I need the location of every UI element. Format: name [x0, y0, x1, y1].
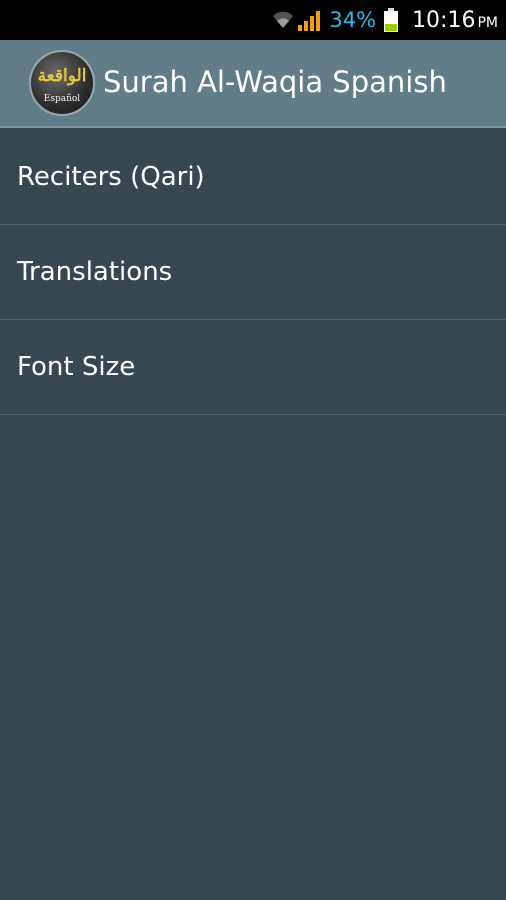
menu-item-label: Translations [17, 257, 173, 287]
app-logo-caption: Español [43, 94, 81, 104]
status-indicators: 34% 10:16 PM [271, 0, 498, 40]
menu-item-reciters[interactable]: Reciters (Qari) [0, 130, 506, 225]
settings-menu-list: Reciters (Qari) Translations Font Size [0, 130, 506, 415]
menu-item-font-size[interactable]: Font Size [0, 320, 506, 415]
wifi-icon [273, 11, 294, 29]
clock-time: 10:16 [412, 7, 476, 33]
menu-item-label: Font Size [17, 352, 136, 382]
menu-item-label: Reciters (Qari) [17, 162, 205, 192]
app-logo-arabic-text: الواقعة [37, 66, 87, 86]
battery-percent: 34% [329, 8, 377, 32]
signal-icon [298, 11, 321, 31]
clock-ampm: PM [477, 14, 498, 31]
clock: 10:16 PM [412, 8, 498, 33]
app-logo-icon[interactable]: الواقعة Español [29, 50, 95, 116]
action-bar: الواقعة Español Surah Al-Waqia Spanish [0, 40, 506, 128]
status-bar: 34% 10:16 PM [0, 0, 506, 40]
app-title: Surah Al-Waqia Spanish [103, 65, 447, 99]
menu-item-translations[interactable]: Translations [0, 225, 506, 320]
battery-icon [384, 8, 399, 32]
